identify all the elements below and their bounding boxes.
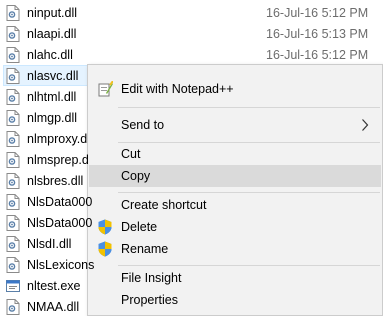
- menu-label: Edit with Notepad++: [121, 82, 234, 96]
- menu-separator: [118, 192, 380, 193]
- menu-separator: [118, 107, 380, 108]
- file-date: 16-Jul-16 5:12 PM: [266, 47, 369, 62]
- file-date: 16-Jul-16 5:12 PM: [266, 5, 369, 20]
- file-name: nltest.exe: [27, 278, 81, 293]
- file-name: nlmsprep.d: [27, 152, 89, 167]
- file-name: nlhtml.dll: [27, 89, 77, 104]
- menu-label: File Insight: [121, 271, 182, 285]
- context-menu: Edit with Notepad++ Send to Cut Copy Cre…: [87, 64, 383, 316]
- file-name: nlmgp.dll: [27, 110, 78, 125]
- file-name: NMAA.dll: [27, 299, 80, 314]
- file-name: NlsData000: [27, 194, 93, 209]
- dll-file-icon: [6, 235, 20, 252]
- file-row[interactable]: nlahc.dll 16-Jul-16 5:12 PM: [0, 44, 383, 65]
- menu-label: Send to: [121, 118, 165, 132]
- menu-label: Copy: [121, 169, 151, 183]
- menu-label: Rename: [121, 242, 169, 256]
- dll-file-icon: [6, 256, 20, 273]
- uac-shield-icon: [98, 219, 112, 235]
- notepad-plus-plus-icon: [98, 81, 113, 97]
- file-name: nlmproxy.d: [27, 131, 88, 146]
- file-date: 16-Jul-16 5:13 PM: [266, 26, 369, 41]
- dll-file-icon: [6, 25, 20, 42]
- dll-file-icon: [6, 298, 20, 315]
- file-name: ninput.dll: [27, 5, 78, 20]
- menu-item-file-insight[interactable]: File Insight: [89, 267, 381, 289]
- file-row[interactable]: nlaapi.dll 16-Jul-16 5:13 PM: [0, 23, 383, 44]
- dll-file-icon: [6, 4, 20, 21]
- menu-label: Create shortcut: [121, 198, 207, 212]
- menu-item-properties[interactable]: Properties: [89, 289, 381, 311]
- menu-item-rename[interactable]: Rename: [89, 238, 381, 260]
- dll-file-icon: [6, 109, 20, 126]
- chevron-right-icon: [362, 119, 369, 131]
- menu-label: Delete: [121, 220, 158, 234]
- menu-item-copy[interactable]: Copy: [89, 165, 381, 187]
- menu-item-cut[interactable]: Cut: [89, 143, 381, 165]
- dll-file-icon: [6, 88, 20, 105]
- menu-label: Cut: [121, 147, 141, 161]
- file-name: NlsData000: [27, 215, 93, 230]
- menu-item-delete[interactable]: Delete: [89, 216, 381, 238]
- exe-file-icon: [6, 279, 20, 292]
- file-name: NlsdI.dll: [27, 236, 72, 251]
- uac-shield-icon: [98, 241, 112, 257]
- dll-file-icon: [6, 46, 20, 63]
- dll-file-icon: [6, 172, 20, 189]
- dll-file-icon: [6, 193, 20, 210]
- file-name: nlasvc.dll: [27, 68, 79, 83]
- file-name: nlahc.dll: [27, 47, 73, 62]
- menu-item-create-shortcut[interactable]: Create shortcut: [89, 194, 381, 216]
- file-row[interactable]: ninput.dll 16-Jul-16 5:12 PM: [0, 2, 383, 23]
- dll-file-icon: [6, 130, 20, 147]
- menu-item-send-to[interactable]: Send to: [89, 114, 381, 136]
- file-name: nlsbres.dll: [27, 173, 84, 188]
- dll-file-icon: [6, 67, 20, 84]
- menu-separator: [118, 265, 380, 266]
- file-name: NlsLexicons: [27, 257, 95, 272]
- file-name: nlaapi.dll: [27, 26, 77, 41]
- menu-item-edit-with-notepad[interactable]: Edit with Notepad++: [89, 78, 381, 100]
- menu-label: Properties: [121, 293, 178, 307]
- dll-file-icon: [6, 151, 20, 168]
- dll-file-icon: [6, 214, 20, 231]
